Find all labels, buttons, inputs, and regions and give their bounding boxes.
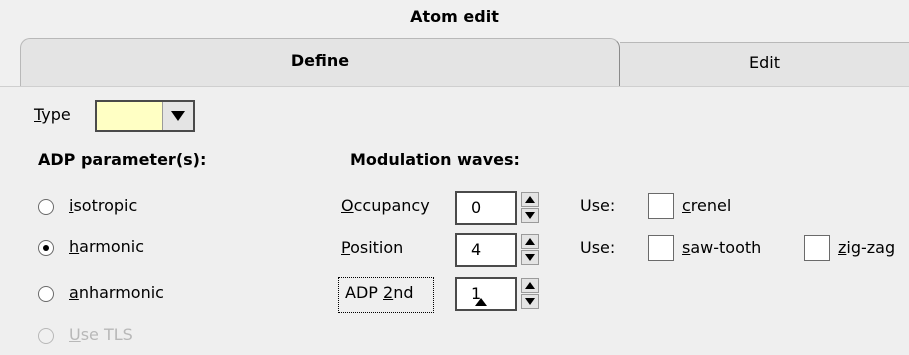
position-label: Position [341,238,404,257]
occupancy-stepper[interactable]: 0 [455,191,517,225]
tab-edit[interactable]: Edit [620,42,909,86]
radio-harmonic-label[interactable]: harmonic [69,237,144,256]
zig-zag-checkbox[interactable] [804,235,830,261]
tab-define[interactable]: Define [20,38,620,86]
window-title: Atom edit [0,0,909,34]
radio-anharmonic[interactable] [38,286,54,302]
radio-anharmonic-label[interactable]: anharmonic [69,283,164,302]
occupancy-label: Occupancy [341,196,430,215]
saw-tooth-checkbox[interactable] [648,235,674,261]
radio-isotropic-label[interactable]: isotropic [69,196,137,215]
position-use-label: Use: [580,238,616,257]
radio-isotropic[interactable] [38,199,54,215]
mouse-cursor-icon [475,298,487,306]
position-stepper[interactable]: 4 [455,233,517,267]
adp2nd-label: ADP 2nd [338,277,434,313]
occupancy-use-label: Use: [580,196,616,215]
arrow-up-icon[interactable] [521,278,539,293]
arrow-down-icon[interactable] [521,208,539,223]
occupancy-arrows[interactable] [521,192,539,224]
arrow-up-icon[interactable] [521,192,539,207]
chevron-down-icon[interactable] [162,102,193,130]
crenel-checkbox[interactable] [648,193,674,219]
radio-harmonic[interactable] [38,240,54,256]
type-label: Type [34,105,71,124]
position-arrows[interactable] [521,234,539,266]
arrow-down-icon[interactable] [521,250,539,265]
saw-tooth-label[interactable]: saw-tooth [682,238,761,257]
zig-zag-label[interactable]: zig-zag [838,238,895,257]
type-select[interactable] [95,100,195,132]
arrow-down-icon[interactable] [521,294,539,309]
adp-heading: ADP parameter(s): [38,150,207,169]
radio-use-tls-label: Use TLS [69,325,133,344]
crenel-label[interactable]: crenel [682,196,731,215]
arrow-up-icon[interactable] [521,234,539,249]
adp2nd-arrows[interactable] [521,278,539,310]
modulation-heading: Modulation waves: [350,150,520,169]
radio-use-tls [38,328,54,344]
